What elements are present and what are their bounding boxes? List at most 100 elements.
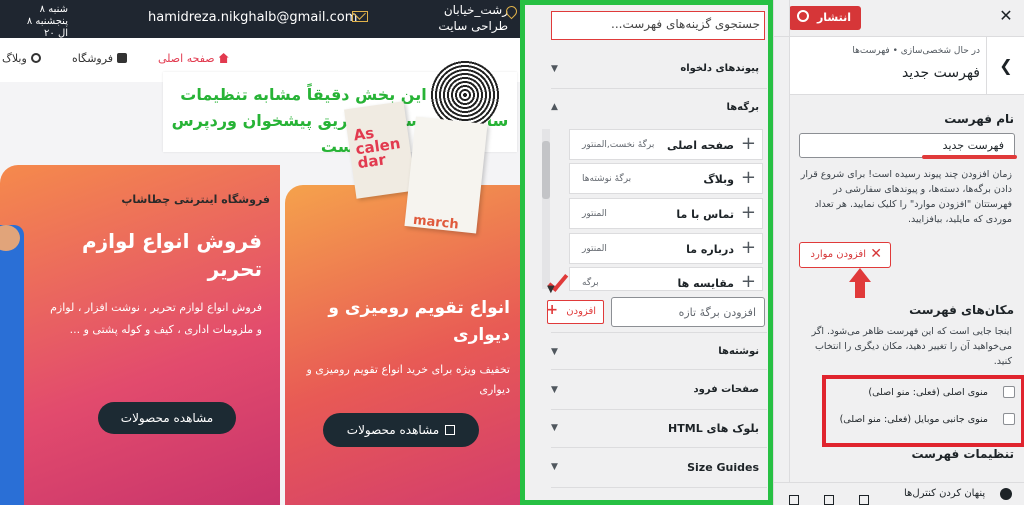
nav-shop-label: فروشگاه	[72, 52, 114, 65]
locations-description: اینجا جایی است که این فهرست ظاهر می‌شود.…	[811, 326, 1012, 367]
plus-icon: +	[740, 133, 756, 154]
add-label: افزودن	[566, 306, 596, 317]
nav-blog-label: وبلاگ	[2, 52, 27, 65]
page-name: وبلاگ	[703, 173, 734, 186]
customizer-panel: انتشار ✕ در حال شخصی‌سازی • فهرست‌ها فهر…	[773, 0, 1024, 505]
promo-card-stationery: فروشگاه اینترنتی چطاشاپ فروش انواع لوازم…	[0, 165, 280, 505]
location-option-label: منوی جانبی موبایل (فعلی: منو اصلی)	[839, 414, 988, 425]
close-icon: ✕	[870, 246, 882, 262]
section-title: برگه‌ها	[726, 102, 759, 113]
date-line-2: پنجشنبه ۸	[26, 16, 68, 27]
promo-card-calendar: انواع تقویم رومیزی و دیواری تخفیف ویژه ب…	[285, 185, 524, 505]
nav-item-home[interactable]: صفحه اصلی	[158, 52, 229, 65]
mobile-preview-icon[interactable]	[859, 495, 869, 505]
page-type: المنتور	[582, 244, 607, 254]
nav-item-shop[interactable]: فروشگاه	[72, 52, 128, 65]
arrow-stem	[855, 281, 865, 298]
section-breadcrumb: در حال شخصی‌سازی • فهرست‌ها فهرست جدید ❮	[790, 37, 1024, 95]
calendar-icon	[445, 425, 456, 435]
highlight-underline	[922, 155, 1017, 159]
view-products-button[interactable]: مشاهده محصولات	[98, 402, 236, 434]
card-heading: انواع تقویم رومیزی و دیواری	[328, 298, 510, 345]
section-size-guides[interactable]: Size Guides ▼	[551, 448, 767, 488]
collapse-icon[interactable]	[1000, 488, 1012, 500]
arrow-up-annotation-icon	[849, 268, 871, 300]
plus-icon: +	[740, 271, 756, 291]
desktop-preview-icon[interactable]	[789, 495, 799, 505]
page-item[interactable]: + تماس با ما المنتور	[569, 198, 763, 229]
add-items-button[interactable]: ✕ افزودن موارد	[799, 242, 891, 268]
section-custom-links[interactable]: پیوندهای دلخواه ▼	[551, 49, 767, 89]
card-heading: فروش انواع لوازم تحریر	[82, 229, 262, 281]
page-name: تماس با ما	[676, 208, 734, 221]
site-preview: شنبه ۸ پنجشنبه ۸ ال ۲۰ hamidreza.nikghal…	[0, 0, 524, 505]
section-pages[interactable]: برگه‌ها ▲	[551, 89, 767, 126]
menu-name-value: فهرست جدید	[942, 139, 1004, 152]
menu-description: زمان افزودن چند پیوند رسیده است! برای شر…	[800, 169, 1012, 225]
page-type: برگهٔ نوشته‌ها	[582, 174, 632, 184]
section-title: پیوندهای دلخواه	[680, 63, 759, 74]
chevron-down-icon: ▼	[551, 385, 558, 395]
mail-icon	[352, 11, 368, 22]
location-line-2: طراحی سایت	[438, 19, 508, 33]
chevron-up-icon: ▲	[551, 102, 558, 112]
topbar-location: رشت_خیابان طراحی سایت	[398, 2, 508, 34]
arrow-head	[849, 268, 871, 282]
publish-button[interactable]: انتشار	[789, 6, 861, 30]
menu-locations-label: مکان‌های فهرست	[909, 303, 1014, 317]
page-item[interactable]: + وبلاگ برگهٔ نوشته‌ها	[569, 163, 763, 194]
calendar-image: As calen dar	[344, 101, 416, 199]
calendar-text: As calen dar	[352, 123, 402, 173]
nav-item-blog[interactable]: وبلاگ	[2, 52, 41, 65]
section-title: برچسب	[721, 496, 759, 505]
add-page-button[interactable]: + افزودن	[546, 300, 604, 324]
card-kicker: فروشگاه اینترنتی چطاشاپ	[121, 193, 270, 206]
plus-icon: +	[740, 237, 756, 258]
card-text: فروش انواع لوازم تحریر ، نوشت افزار ، لو…	[50, 301, 262, 336]
location-checkbox[interactable]	[1003, 413, 1015, 425]
page-type: المنتور	[582, 209, 607, 219]
location-checkbox[interactable]	[1003, 386, 1015, 398]
locations-highlight-box	[822, 375, 1024, 447]
new-page-placeholder: افزودن برگهٔ تازه	[678, 306, 756, 319]
chevron-down-icon: ▼	[551, 423, 558, 433]
location-line-1: رشت_خیابان	[443, 3, 508, 17]
menu-items-search-input[interactable]: جستجوی گزینه‌های فهرست...	[551, 11, 765, 40]
topbar-email[interactable]: hamidreza.nikghalb@gmail.com	[148, 10, 357, 25]
date-line-1: شنبه ۸	[39, 4, 68, 15]
section-title: بلوک های HTML	[668, 422, 759, 435]
chevron-left-icon: ❮	[999, 56, 1013, 75]
page-item[interactable]: + مقایسه ها برگه	[569, 267, 763, 291]
gear-icon	[797, 10, 809, 22]
nav-home-label: صفحه اصلی	[158, 52, 215, 65]
section-landing-pages[interactable]: صفحات فرود ▼	[551, 370, 767, 410]
publish-label: انتشار	[816, 11, 851, 24]
chevron-down-icon: ▼	[551, 347, 558, 357]
tablet-preview-icon[interactable]	[824, 495, 834, 505]
hide-controls-button[interactable]: پنهان کردن کنترل‌ها	[904, 488, 985, 499]
page-name: مقایسه ها	[677, 277, 734, 290]
new-page-input[interactable]: افزودن برگهٔ تازه	[611, 297, 765, 327]
topbar-date: شنبه ۸ پنجشنبه ۸ ال ۲۰	[8, 4, 68, 40]
section-html-blocks[interactable]: بلوک های HTML ▼	[551, 410, 767, 448]
view-products-button[interactable]: مشاهده محصولات	[323, 413, 479, 447]
menu-settings-label: تنظیمات فهرست	[911, 447, 1014, 461]
home-icon	[218, 53, 229, 63]
calendar-image-march: march	[404, 116, 488, 234]
plus-icon: +	[740, 167, 756, 188]
page-item[interactable]: + درباره ما المنتور	[569, 233, 763, 264]
section-more[interactable]: برچسب	[551, 488, 767, 505]
site-topbar: شنبه ۸ پنجشنبه ۸ ال ۲۰ hamidreza.nikghal…	[0, 0, 524, 40]
customizer-header: انتشار ✕	[774, 0, 1024, 37]
back-button[interactable]: ❮	[986, 37, 1024, 95]
page-name: درباره ما	[686, 243, 734, 256]
plus-icon: +	[546, 302, 558, 318]
page-item[interactable]: + صفحه اصلی برگهٔ نخست,المنتور	[569, 129, 763, 160]
chevron-down-icon: ▼	[551, 64, 558, 74]
panel-body: جستجوی گزینه‌های فهرست... پیوندهای دلخوا…	[525, 5, 768, 505]
section-posts[interactable]: نوشته‌ها ▼	[551, 332, 767, 370]
close-icon[interactable]: ✕	[994, 6, 1018, 25]
search-placeholder: جستجوی گزینه‌های فهرست...	[611, 17, 760, 31]
pages-scrollbar-thumb[interactable]	[542, 141, 550, 199]
card-text: تخفیف ویژه برای خرید انواع تقویم رومیزی …	[306, 363, 510, 396]
